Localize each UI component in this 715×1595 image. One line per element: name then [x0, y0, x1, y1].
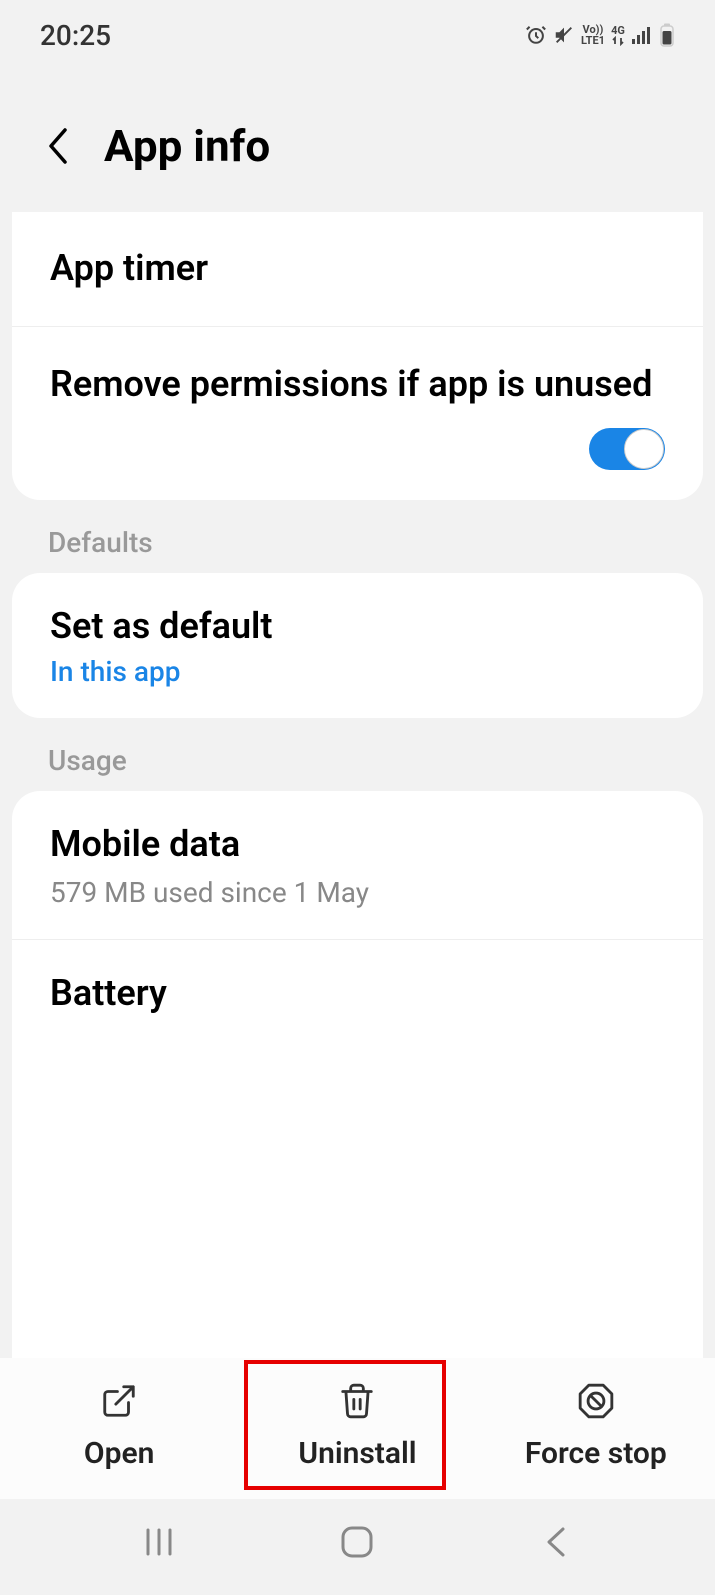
app-timer-row[interactable]: App timer — [12, 212, 703, 327]
network-4g-icon: 4G — [611, 25, 625, 46]
signal-icon — [631, 26, 653, 44]
status-time: 20:25 — [40, 19, 111, 52]
mobile-data-sub: 579 MB used since 1 May — [50, 876, 665, 909]
defaults-card: Set as default In this app — [12, 573, 703, 719]
section-usage: Usage — [0, 718, 715, 791]
page-title: App info — [104, 120, 270, 172]
app-timer-label: App timer — [50, 245, 665, 292]
section-defaults: Defaults — [0, 500, 715, 573]
status-icons: Vo)) LTE1 4G — [525, 23, 675, 47]
open-button[interactable]: Open — [0, 1368, 238, 1485]
mute-icon — [553, 24, 575, 46]
recents-button[interactable] — [134, 1517, 184, 1567]
header: App info — [0, 60, 715, 212]
open-label: Open — [84, 1436, 154, 1471]
remove-permissions-row[interactable]: Remove permissions if app is unused — [12, 327, 703, 418]
alarm-icon — [525, 24, 547, 46]
set-default-row[interactable]: Set as default In this app — [12, 573, 703, 719]
home-button[interactable] — [332, 1517, 382, 1567]
mobile-data-row[interactable]: Mobile data 579 MB used since 1 May — [12, 791, 703, 940]
set-default-sub: In this app — [50, 655, 665, 688]
trash-icon — [338, 1382, 376, 1424]
status-bar: 20:25 Vo)) LTE1 4G — [0, 0, 715, 60]
set-default-label: Set as default — [50, 603, 665, 650]
bottom-action-bar: Open Uninstall Force stop — [0, 1358, 715, 1499]
uninstall-button[interactable]: Uninstall — [238, 1368, 476, 1485]
toggle-knob — [624, 429, 664, 469]
open-icon — [100, 1382, 138, 1424]
system-nav-bar — [0, 1499, 715, 1595]
nav-back-button[interactable] — [531, 1517, 581, 1567]
force-stop-label: Force stop — [525, 1436, 667, 1471]
remove-permissions-toggle-row — [12, 418, 703, 500]
usage-card-top: App timer Remove permissions if app is u… — [12, 212, 703, 500]
uninstall-label: Uninstall — [298, 1436, 416, 1471]
remove-permissions-label: Remove permissions if app is unused — [50, 361, 665, 408]
battery-row[interactable]: Battery — [12, 940, 703, 1027]
force-stop-button[interactable]: Force stop — [477, 1368, 715, 1485]
battery-label: Battery — [50, 970, 665, 1017]
battery-icon — [659, 23, 675, 47]
volte-icon: Vo)) LTE1 — [581, 24, 605, 46]
mobile-data-label: Mobile data — [50, 821, 665, 868]
prohibit-icon — [577, 1382, 615, 1424]
remove-permissions-toggle[interactable] — [589, 428, 665, 470]
back-button[interactable] — [40, 128, 76, 164]
content: App timer Remove permissions if app is u… — [0, 212, 715, 1358]
usage-card: Mobile data 579 MB used since 1 May Batt… — [12, 791, 703, 1358]
